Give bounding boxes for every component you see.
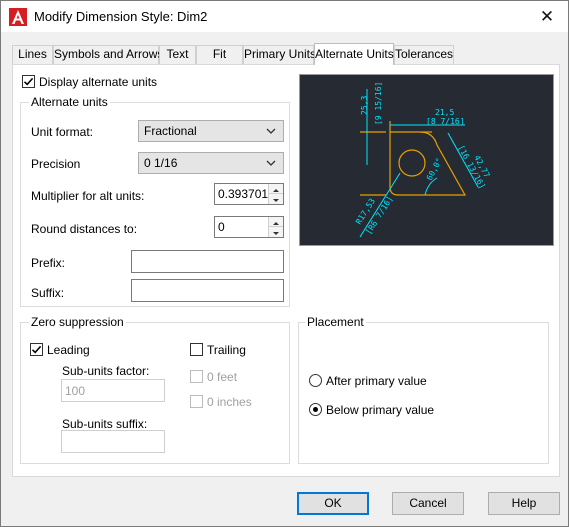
sub-units-factor-label: Sub-units factor: (62, 364, 150, 378)
tab-label: Alternate Units (315, 47, 394, 61)
leading-label: Leading (47, 343, 90, 357)
zero-inches-label: 0 inches (207, 395, 252, 409)
radio-selected-dot (313, 407, 318, 412)
leading-checkbox[interactable] (30, 343, 43, 356)
tab-alternate-units[interactable]: Alternate Units (314, 43, 394, 65)
tab-tolerances[interactable]: Tolerances (394, 45, 454, 64)
precision-label: Precision (31, 157, 81, 171)
precision-value: 0 1/16 (144, 156, 178, 170)
preview-dim-top-alt: [8 7/16] (426, 117, 465, 126)
zero-feet-label: 0 feet (207, 370, 238, 384)
tab-primary-units[interactable]: Primary Units (243, 45, 317, 64)
unit-format-label: Unit format: (31, 125, 94, 139)
placement-group (298, 322, 549, 464)
help-button[interactable]: Help (488, 492, 560, 515)
round-distances-spinner[interactable]: 0 (214, 216, 284, 238)
unit-format-dropdown[interactable]: Fractional (138, 120, 284, 142)
preview-dim-angle: 60,0° (425, 156, 444, 181)
arrow-down-icon (273, 232, 279, 235)
alternate-units-group-title: Alternate units (29, 95, 110, 109)
below-primary-value-label: Below primary value (326, 403, 435, 417)
trailing-label: Trailing (207, 343, 246, 357)
check-icon (31, 345, 42, 354)
ok-button-label: OK (324, 496, 342, 510)
tab-label: Symbols and Arrows (54, 47, 164, 61)
prefix-input[interactable] (131, 250, 284, 273)
precision-dropdown[interactable]: 0 1/16 (138, 152, 284, 174)
round-distances-label: Round distances to: (31, 222, 138, 236)
check-icon (23, 77, 34, 86)
placement-group-title: Placement (305, 315, 366, 329)
zero-suppression-group-title: Zero suppression (29, 315, 126, 329)
trailing-checkbox[interactable] (190, 343, 203, 356)
sub-units-suffix-input[interactable] (61, 430, 165, 453)
zero-feet-checkbox[interactable] (190, 370, 203, 383)
tab-label: Text (166, 47, 189, 61)
spin-down-button[interactable] (269, 227, 283, 237)
tab-lines[interactable]: Lines (12, 45, 53, 64)
after-primary-value-radio[interactable] (309, 374, 322, 387)
tab-label: Tolerances (395, 47, 454, 61)
sub-units-factor-value: 100 (65, 384, 86, 398)
suffix-input[interactable] (131, 279, 284, 302)
tab-symbols-and-arrows[interactable]: Symbols and Arrows (53, 45, 163, 64)
autocad-a-icon (9, 8, 27, 26)
cancel-button[interactable]: Cancel (392, 492, 464, 515)
multiplier-label: Multiplier for alt units: (31, 189, 145, 203)
tab-label: Lines (18, 47, 47, 61)
tab-label: Fit (212, 47, 227, 61)
display-alternate-units-label: Display alternate units (39, 75, 158, 89)
chevron-down-icon (265, 125, 277, 140)
preview-dimension-text: 21,5 [8 7/16] 25,3 [9 15/16] 42,77 [16 1… (354, 82, 492, 236)
ok-button[interactable]: OK (297, 492, 369, 515)
chevron-down-icon (265, 157, 277, 172)
tab-fit[interactable]: Fit (196, 45, 243, 64)
suffix-label: Suffix: (31, 286, 65, 300)
preview-dim-left-alt: [9 15/16] (374, 82, 383, 125)
title-bar: Modify Dimension Style: Dim2 ✕ (1, 1, 568, 32)
cancel-button-label: Cancel (409, 496, 447, 510)
spin-down-button[interactable] (269, 194, 283, 204)
dialog-window: Modify Dimension Style: Dim2 ✕ Lines Sym… (0, 0, 569, 527)
unit-format-value: Fractional (144, 124, 197, 138)
preview-drawing: 21,5 [8 7/16] 25,3 [9 15/16] 42,77 [16 1… (354, 82, 492, 238)
spin-up-button[interactable] (269, 184, 283, 194)
close-icon[interactable]: ✕ (537, 7, 557, 27)
preview-dim-left: 25,3 (360, 96, 369, 115)
below-primary-value-radio[interactable] (309, 403, 322, 416)
sub-units-factor-input[interactable]: 100 (61, 379, 165, 402)
dimension-preview: 21,5 [8 7/16] 25,3 [9 15/16] 42,77 [16 1… (299, 74, 554, 246)
zero-inches-checkbox[interactable] (190, 395, 203, 408)
after-primary-value-label: After primary value (326, 374, 427, 388)
prefix-label: Prefix: (31, 256, 66, 270)
tab-text[interactable]: Text (159, 45, 196, 64)
display-alternate-units-checkbox[interactable] (22, 75, 35, 88)
help-button-label: Help (511, 496, 537, 510)
arrow-down-icon (273, 199, 279, 202)
preview-dim-top: 21,5 (435, 108, 454, 117)
sub-units-suffix-label: Sub-units suffix: (62, 417, 148, 431)
round-distances-value: 0 (218, 220, 225, 234)
multiplier-value: 0.393701 (218, 187, 269, 201)
tab-label: Primary Units (244, 47, 317, 61)
preview-geometry (360, 121, 467, 196)
window-title: Modify Dimension Style: Dim2 (34, 9, 208, 24)
spin-up-button[interactable] (269, 217, 283, 227)
multiplier-spinner[interactable]: 0.393701 (214, 183, 284, 205)
